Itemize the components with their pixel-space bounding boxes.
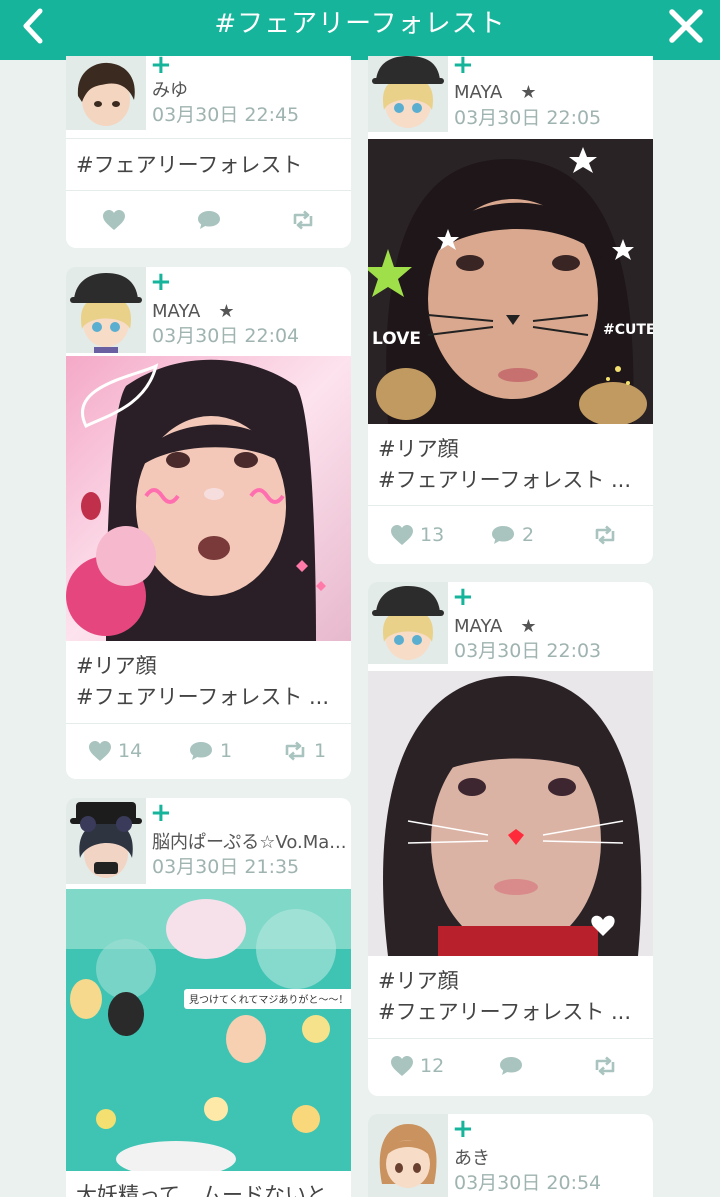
follow-plus-icon[interactable]: + [150, 800, 172, 826]
post-timestamp: 03月30日 22:05 [454, 107, 602, 129]
divider [368, 1038, 653, 1039]
repost-button[interactable]: 1 [282, 725, 326, 777]
repost-button[interactable] [592, 1040, 624, 1092]
comment-icon [196, 209, 222, 231]
follow-plus-icon[interactable]: + [150, 56, 172, 78]
post-username[interactable]: MAYA ★ [454, 612, 537, 638]
comment-button[interactable] [498, 1040, 530, 1092]
repost-icon [592, 525, 618, 545]
like-button[interactable]: 13 [390, 509, 444, 561]
like-count: 14 [118, 740, 143, 762]
heart-icon [390, 1055, 414, 1077]
post-caption-line2[interactable]: #フェアリーフォレスト ... [378, 465, 631, 496]
heart-icon [88, 740, 112, 762]
close-button[interactable] [666, 6, 706, 46]
post-caption[interactable]: 大妖精って ムードないと... [76, 1180, 347, 1197]
follow-plus-icon[interactable]: + [452, 1116, 474, 1142]
like-button[interactable]: 14 [88, 725, 142, 777]
avatar[interactable] [66, 798, 146, 884]
avatar[interactable] [368, 56, 448, 132]
repost-icon [592, 1056, 618, 1076]
post-timestamp: 03月30日 20:54 [454, 1172, 602, 1194]
like-button[interactable]: 12 [390, 1040, 444, 1092]
post-timestamp: 03月30日 22:45 [152, 104, 300, 126]
close-icon [669, 9, 703, 43]
post-photo[interactable]: LOVE #CUTE [368, 139, 653, 424]
post-actions: 13 2 [368, 509, 653, 561]
divider [368, 505, 653, 506]
like-count: 12 [420, 1055, 445, 1077]
repost-button[interactable] [592, 509, 624, 561]
post-card[interactable]: + MAYA ★ 03月30日 22:03 #リア顔 #フェアリーフォレスト .… [368, 582, 653, 1096]
post-caption[interactable]: #フェアリーフォレスト [76, 150, 302, 181]
avatar[interactable] [368, 1114, 448, 1197]
follow-plus-icon[interactable]: + [452, 56, 474, 78]
post-username[interactable]: 脳内ぱーぷる☆Vo.Ma... [152, 828, 346, 854]
follow-plus-icon[interactable]: + [452, 584, 474, 610]
comment-icon [490, 524, 516, 546]
top-bar: #フェアリーフォレスト [0, 0, 720, 60]
like-count: 13 [420, 524, 445, 546]
post-username[interactable]: あき [454, 1144, 490, 1170]
comment-button[interactable]: 1 [188, 725, 232, 777]
post-caption[interactable]: #リア顔 [378, 966, 459, 997]
comment-button[interactable] [196, 194, 222, 246]
post-username[interactable]: MAYA ★ [454, 78, 537, 104]
post-caption-line2[interactable]: #フェアリーフォレスト ... [76, 682, 329, 713]
avatar[interactable] [66, 267, 146, 353]
avatar[interactable] [66, 56, 146, 130]
comment-count: 2 [522, 524, 535, 546]
post-photo[interactable]: 見つけてくれてマジありがと〜〜！ [66, 889, 351, 1171]
like-button[interactable] [102, 194, 126, 246]
post-photo[interactable] [66, 356, 351, 641]
post-timestamp: 03月30日 22:04 [152, 325, 300, 347]
page-title: #フェアリーフォレスト [214, 9, 506, 39]
speech-bubble-text: 見つけてくれてマジありがと〜〜！ [189, 993, 348, 1006]
heart-icon [390, 524, 414, 546]
divider [66, 190, 351, 191]
repost-button[interactable] [290, 194, 316, 246]
post-username[interactable]: MAYA ★ [152, 297, 235, 323]
follow-plus-icon[interactable]: + [150, 269, 172, 295]
post-timestamp: 03月30日 21:35 [152, 856, 300, 878]
avatar[interactable] [368, 582, 448, 664]
post-card[interactable]: + みゆ 03月30日 22:45 #フェアリーフォレスト [66, 56, 351, 248]
heart-icon [102, 209, 126, 231]
divider [66, 138, 351, 139]
comment-icon [188, 740, 214, 762]
post-card[interactable]: + MAYA ★ 03月30日 22:05 LOVE #CUTE #リア顔 #フ… [368, 56, 653, 564]
comment-count: 1 [220, 740, 233, 762]
post-caption-line2[interactable]: #フェアリーフォレスト ... [378, 997, 631, 1028]
post-photo[interactable] [368, 671, 653, 956]
post-timestamp: 03月30日 22:03 [454, 640, 602, 662]
post-card[interactable]: + MAYA ★ 03月30日 22:04 #リア顔 #フェアリーフォレスト .… [66, 267, 351, 779]
post-actions: 14 1 1 [66, 725, 351, 777]
repost-count: 1 [314, 740, 327, 762]
post-card[interactable]: + あき 03月30日 20:54 [368, 1114, 653, 1197]
post-card[interactable]: + 脳内ぱーぷる☆Vo.Ma... 03月30日 21:35 見つけてくれてマジ… [66, 798, 351, 1197]
post-actions: 12 [368, 1040, 653, 1092]
repost-icon [282, 741, 308, 761]
love-sticker-text: LOVE [372, 329, 421, 349]
comment-icon [498, 1055, 524, 1077]
repost-icon [290, 210, 316, 230]
post-caption[interactable]: #リア顔 [76, 651, 157, 682]
post-actions [66, 194, 351, 246]
divider [66, 723, 351, 724]
post-username[interactable]: みゆ [152, 76, 188, 102]
cute-sticker-text: #CUTE [603, 322, 653, 338]
post-caption[interactable]: #リア顔 [378, 434, 459, 465]
comment-button[interactable]: 2 [490, 509, 534, 561]
